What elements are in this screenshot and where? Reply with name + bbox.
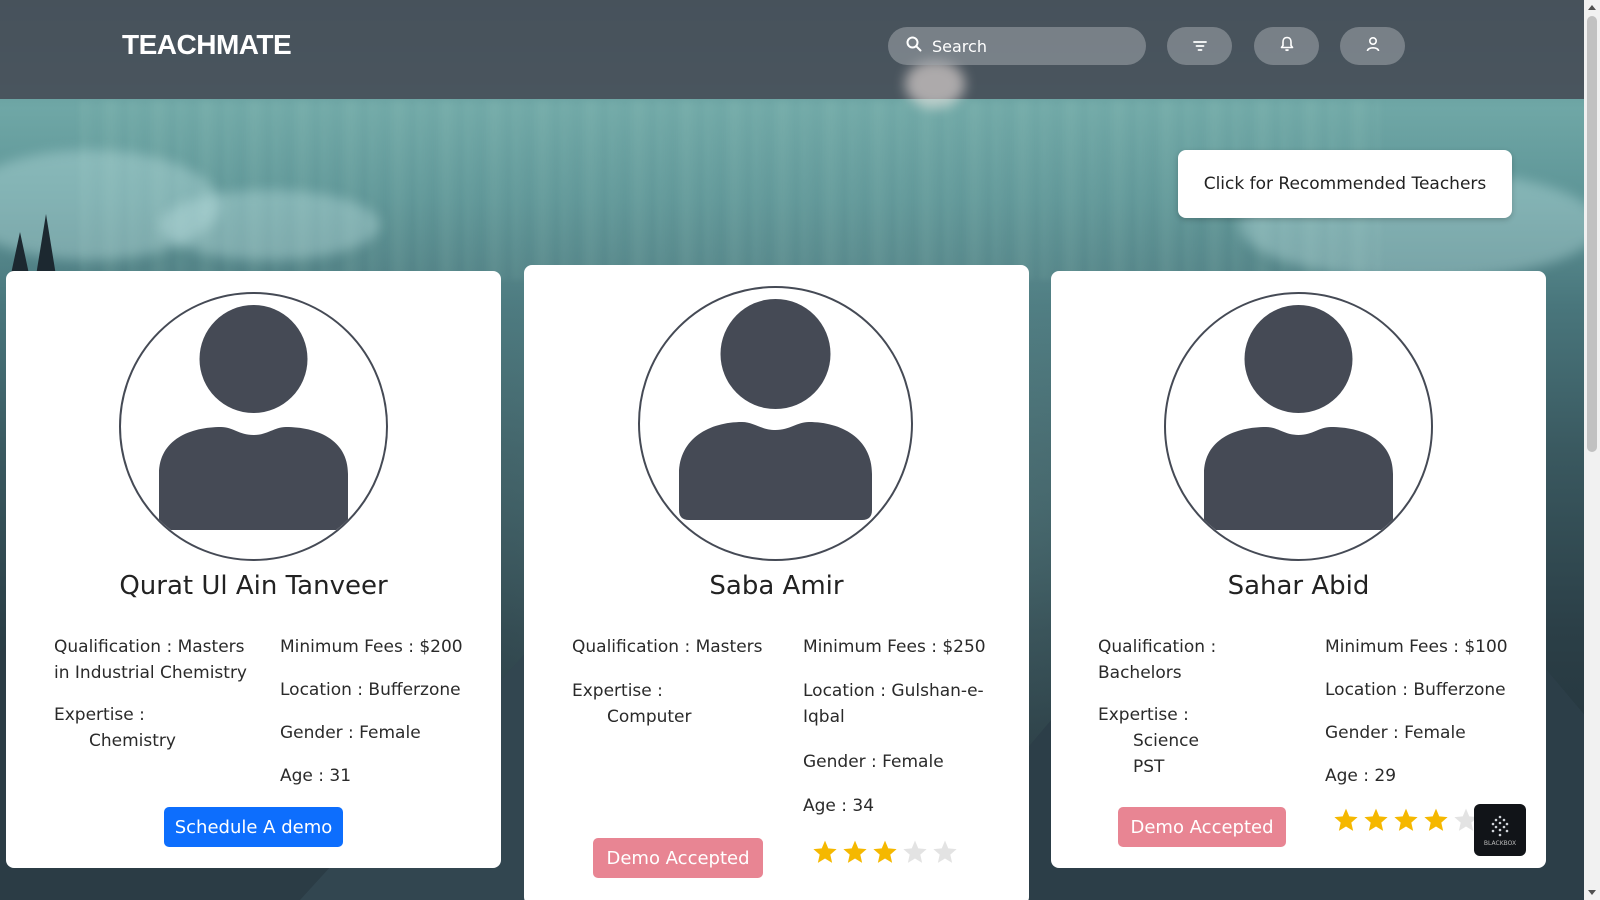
- scroll-up-icon[interactable]: [1588, 5, 1596, 10]
- star-filled-icon[interactable]: [1393, 807, 1419, 833]
- rating-stars[interactable]: [812, 839, 958, 865]
- app-logo[interactable]: TEACHMATE: [122, 29, 292, 61]
- expertise-block: Expertise : Chemistry: [54, 702, 259, 754]
- teacher-name: Sahar Abid: [1227, 571, 1370, 601]
- page-scrollbar[interactable]: [1584, 0, 1600, 900]
- expertise-item: Computer: [607, 707, 692, 727]
- filter-icon: [1192, 37, 1207, 56]
- star-filled-icon[interactable]: [1333, 807, 1359, 833]
- teacher-card: Sahar Abid Qualification : Bachelors Exp…: [1051, 271, 1546, 868]
- gender-text: Gender : Female: [1325, 723, 1466, 743]
- age-text: Age : 29: [1325, 766, 1397, 786]
- rating-stars[interactable]: [1333, 807, 1479, 833]
- filter-button[interactable]: [1167, 27, 1232, 65]
- gender-text: Gender : Female: [803, 752, 944, 772]
- age-text: Age : 31: [280, 766, 352, 786]
- schedule-demo-button[interactable]: Schedule A demo: [164, 807, 343, 847]
- recommended-teachers-button[interactable]: Click for Recommended Teachers: [1178, 150, 1512, 218]
- notifications-button[interactable]: [1254, 27, 1319, 65]
- star-empty-icon[interactable]: [932, 839, 958, 865]
- min-fees-text: Minimum Fees : $250: [803, 637, 986, 657]
- bell-icon: [1280, 36, 1294, 56]
- expertise-item: Chemistry: [89, 731, 176, 751]
- top-navbar: TEACHMATE: [0, 0, 1584, 108]
- gender-text: Gender : Female: [280, 723, 421, 743]
- location-text: Location : Bufferzone: [280, 680, 461, 700]
- avatar-icon: [119, 292, 388, 561]
- star-filled-icon[interactable]: [1423, 807, 1449, 833]
- avatar-icon: [1164, 292, 1433, 561]
- blackbox-label: BLACKBOX: [1483, 839, 1517, 847]
- expertise-block: Expertise : Science PST: [1098, 702, 1303, 780]
- user-icon: [1366, 36, 1380, 56]
- teacher-name: Qurat Ul Ain Tanveer: [119, 571, 388, 601]
- search-input[interactable]: [932, 36, 1122, 56]
- cloud-decoration: [160, 190, 380, 260]
- blackbox-widget[interactable]: BLACKBOX: [1474, 804, 1526, 856]
- scrollbar-thumb[interactable]: [1587, 16, 1597, 452]
- expertise-block: Expertise : Computer: [572, 678, 787, 730]
- teacher-card: Qurat Ul Ain Tanveer Qualification : Mas…: [6, 271, 501, 868]
- min-fees-text: Minimum Fees : $200: [280, 637, 463, 657]
- teacher-name: Saba Amir: [709, 571, 844, 601]
- expertise-label: Expertise :: [1098, 705, 1189, 725]
- qualification-text: Qualification : Bachelors: [1098, 637, 1217, 683]
- expertise-label: Expertise :: [54, 705, 145, 725]
- location-text: Location : Gulshan-e-Iqbal: [803, 681, 984, 727]
- age-text: Age : 34: [803, 796, 875, 816]
- location-text: Location : Bufferzone: [1325, 680, 1506, 700]
- star-filled-icon[interactable]: [812, 839, 838, 865]
- demo-accepted-button[interactable]: Demo Accepted: [593, 838, 763, 878]
- qualification-text: Qualification : Masters in Industrial Ch…: [54, 637, 247, 683]
- avatar-icon: [638, 286, 913, 561]
- search-icon: [906, 36, 922, 57]
- expertise-item: PST: [1133, 757, 1165, 777]
- expertise-item: Science: [1133, 731, 1199, 751]
- qualification-text: Qualification : Masters: [572, 637, 763, 657]
- min-fees-text: Minimum Fees : $100: [1325, 637, 1508, 657]
- blackbox-logo-icon: [1488, 814, 1512, 840]
- star-filled-icon[interactable]: [1363, 807, 1389, 833]
- moon-decoration: [905, 60, 965, 108]
- search-bar[interactable]: [888, 27, 1146, 65]
- expertise-label: Expertise :: [572, 681, 663, 701]
- teacher-card: Saba Amir Qualification : Masters Expert…: [524, 265, 1029, 900]
- demo-accepted-button[interactable]: Demo Accepted: [1118, 807, 1286, 847]
- star-filled-icon[interactable]: [872, 839, 898, 865]
- scroll-down-icon[interactable]: [1588, 890, 1596, 895]
- star-filled-icon[interactable]: [842, 839, 868, 865]
- star-empty-icon[interactable]: [902, 839, 928, 865]
- profile-button[interactable]: [1340, 27, 1405, 65]
